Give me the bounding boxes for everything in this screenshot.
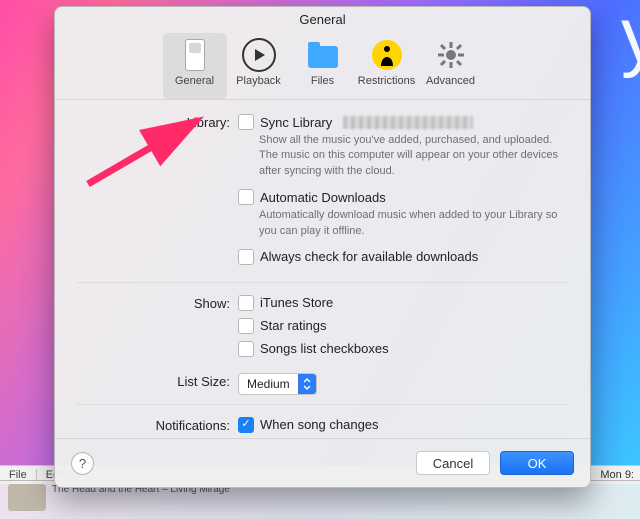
playback-icon [242, 38, 276, 72]
tab-general[interactable]: General [163, 33, 227, 99]
redacted-account [343, 116, 473, 129]
preferences-body: Library: Sync Library Show all the music… [55, 100, 590, 438]
label-sync-library: Sync Library [260, 115, 332, 130]
restrictions-icon [370, 38, 404, 72]
ok-button[interactable]: OK [500, 451, 574, 475]
label-songs-list: Songs list checkboxes [260, 341, 389, 356]
help-button[interactable]: ? [71, 452, 94, 475]
tab-restrictions[interactable]: Restrictions [355, 33, 419, 99]
tab-playback[interactable]: Playback [227, 33, 291, 99]
select-list-size[interactable]: Medium [238, 373, 317, 395]
label-star-ratings: Star ratings [260, 318, 326, 333]
tab-advanced[interactable]: Advanced [419, 33, 483, 99]
label-automatic-downloads: Automatic Downloads [260, 190, 386, 205]
advanced-icon [434, 38, 468, 72]
checkbox-always-check[interactable] [238, 249, 254, 265]
label-always-check: Always check for available downloads [260, 249, 478, 264]
chevron-updown-icon [298, 374, 316, 394]
checkbox-automatic-downloads[interactable] [238, 189, 254, 205]
divider [77, 282, 568, 283]
select-list-size-value: Medium [239, 377, 298, 391]
checkbox-sync-library[interactable] [238, 114, 254, 130]
checkbox-star-ratings[interactable] [238, 318, 254, 334]
window-title: General [55, 7, 590, 33]
preferences-toolbar: General Playback Files Restrictions [55, 33, 590, 100]
label-when-song-changes: When song changes [260, 417, 379, 432]
label-itunes-store: iTunes Store [260, 295, 333, 310]
desc-sync-library: Show all the music you've added, purchas… [259, 133, 559, 179]
checkbox-songs-list[interactable] [238, 341, 254, 357]
files-icon [306, 38, 340, 72]
desc-automatic-downloads: Automatically download music when added … [259, 208, 559, 239]
preferences-sheet: General General Playback Files Restricti… [54, 6, 591, 488]
checkbox-when-song-changes[interactable]: ✓ [238, 417, 254, 433]
background-letter: y [621, 0, 640, 81]
divider [77, 404, 568, 405]
label-show: Show: [55, 295, 238, 311]
album-art-thumb[interactable] [8, 484, 46, 511]
cancel-button[interactable]: Cancel [416, 451, 490, 475]
label-library: Library: [55, 114, 238, 130]
tab-files[interactable]: Files [291, 33, 355, 99]
label-notifications: Notifications: [55, 417, 238, 433]
sheet-footer: ? Cancel OK [55, 438, 590, 487]
checkbox-itunes-store[interactable] [238, 295, 254, 311]
general-icon [178, 38, 212, 72]
label-list-size: List Size: [55, 373, 238, 389]
